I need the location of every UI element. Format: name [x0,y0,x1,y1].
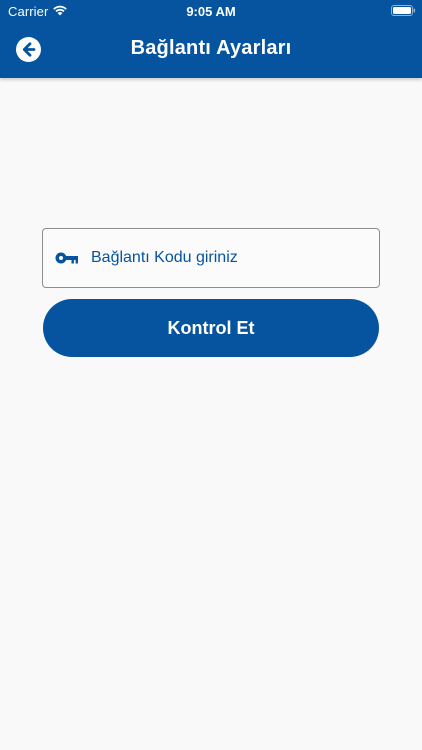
status-bar: Carrier 9:05 AM [0,0,422,22]
page-title: Bağlantı Ayarları [130,37,292,59]
check-button[interactable]: Kontrol Et [43,299,379,357]
app-header: Carrier 9:05 AM Bağlantı Ayarları [0,0,422,78]
connection-code-input[interactable] [91,229,371,287]
connection-code-field[interactable] [42,228,380,288]
battery-icon [391,5,416,16]
status-time: 9:05 AM [186,4,236,19]
key-icon [55,252,78,264]
